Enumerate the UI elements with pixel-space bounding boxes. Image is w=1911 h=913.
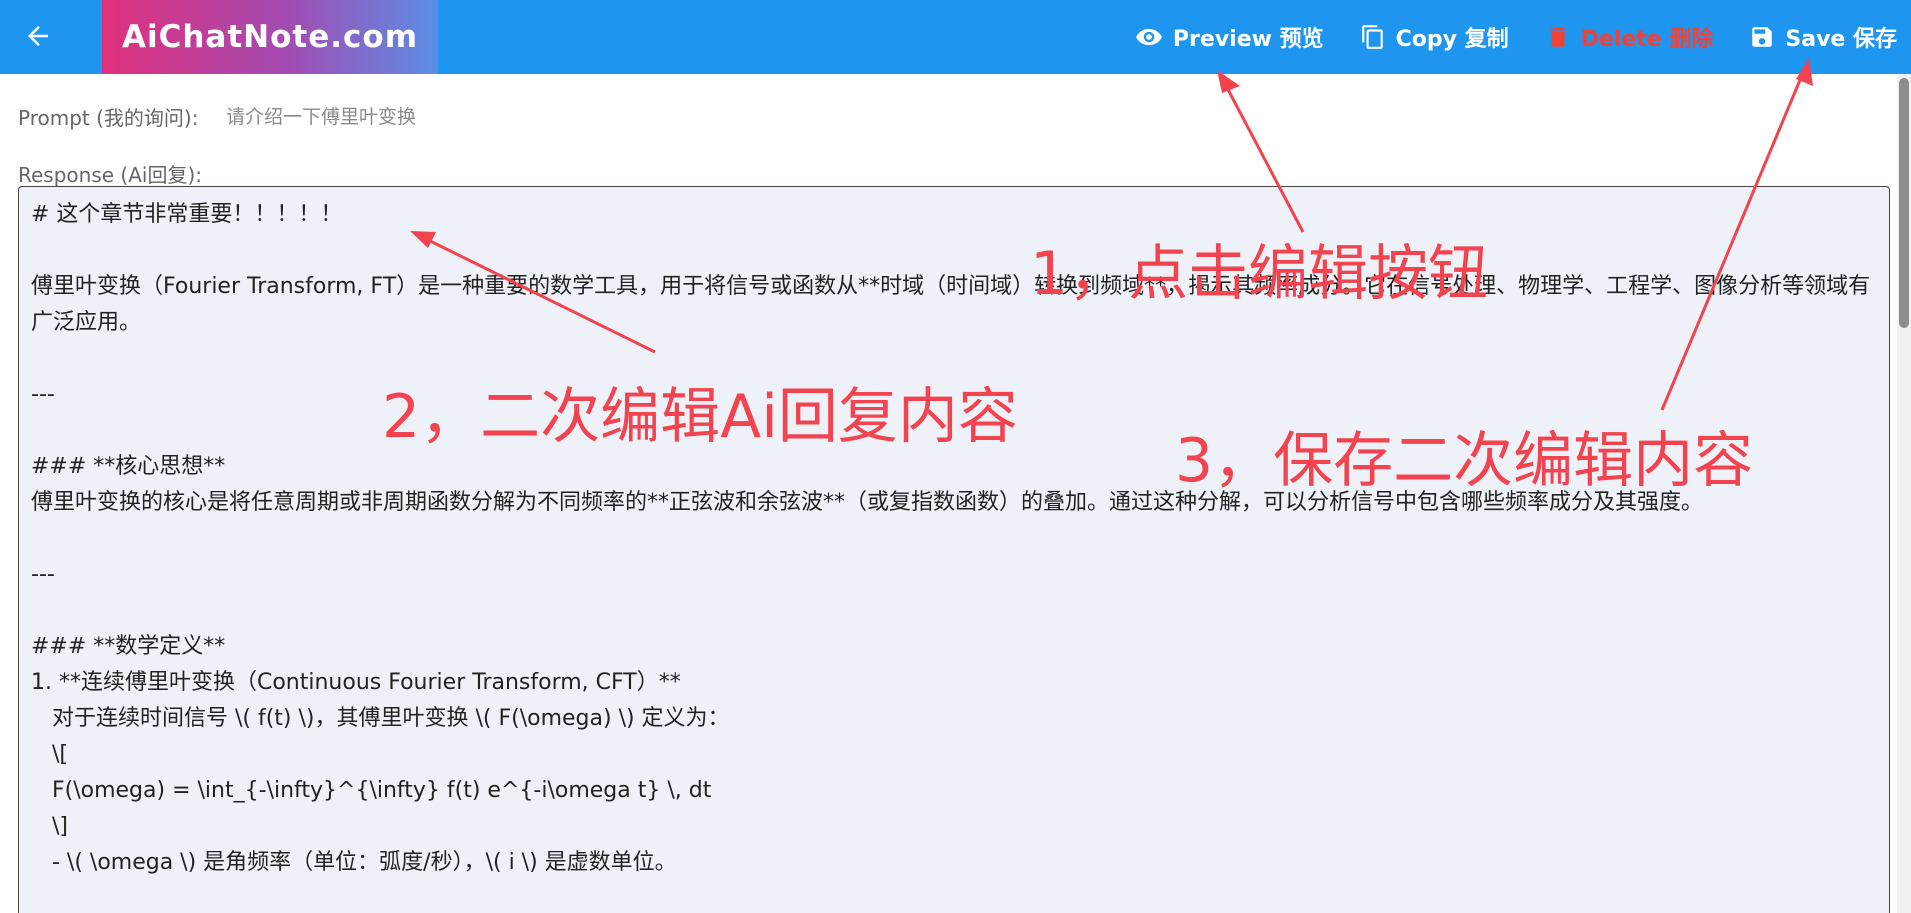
preview-button[interactable]: Preview 预览 <box>1135 21 1324 53</box>
delete-button[interactable]: Delete 删除 <box>1545 21 1714 53</box>
copy-button[interactable]: Copy 复制 <box>1360 21 1509 53</box>
floppy-disk-icon <box>1752 27 1773 47</box>
annotation-step-2: 2，二次编辑Ai回复内容 <box>382 382 1018 452</box>
prompt-value: 请介绍一下傅里叶变换 <box>226 106 417 128</box>
toolbar-actions: Preview 预览 Copy 复制 Delete 删除 Save 保存 <box>1099 0 1897 74</box>
site-logo[interactable]: AiChatNote.com <box>102 0 438 74</box>
top-bar: AiChatNote.com Preview 预览 Copy 复制 Delete… <box>0 0 1911 74</box>
arrow-left-icon <box>28 26 48 46</box>
preview-label: Preview 预览 <box>1172 27 1324 52</box>
response-text: # 这个章节非常重要！！！！！ 傅里叶变换（Fourier Transform,… <box>31 202 1871 875</box>
save-label: Save 保存 <box>1785 27 1897 52</box>
save-button[interactable]: Save 保存 <box>1749 21 1897 53</box>
copy-icon <box>1361 25 1383 49</box>
page-scrollbar[interactable] <box>1897 74 1911 913</box>
response-editor[interactable]: # 这个章节非常重要！！！！！ 傅里叶变换（Fourier Transform,… <box>18 186 1890 913</box>
prompt-label: Prompt (我的询问): <box>18 106 199 130</box>
annotation-step-1: 1，点击编辑按钮 <box>1030 239 1489 309</box>
response-label: Response (Ai回复): <box>18 163 202 187</box>
delete-label: Delete 删除 <box>1580 27 1714 52</box>
scrollbar-thumb[interactable] <box>1899 78 1909 328</box>
eye-icon <box>1136 28 1162 46</box>
trash-icon <box>1550 27 1566 47</box>
annotation-step-3: 3，保存二次编辑内容 <box>1175 426 1754 496</box>
copy-label: Copy 复制 <box>1395 27 1509 52</box>
back-button[interactable] <box>14 12 62 60</box>
